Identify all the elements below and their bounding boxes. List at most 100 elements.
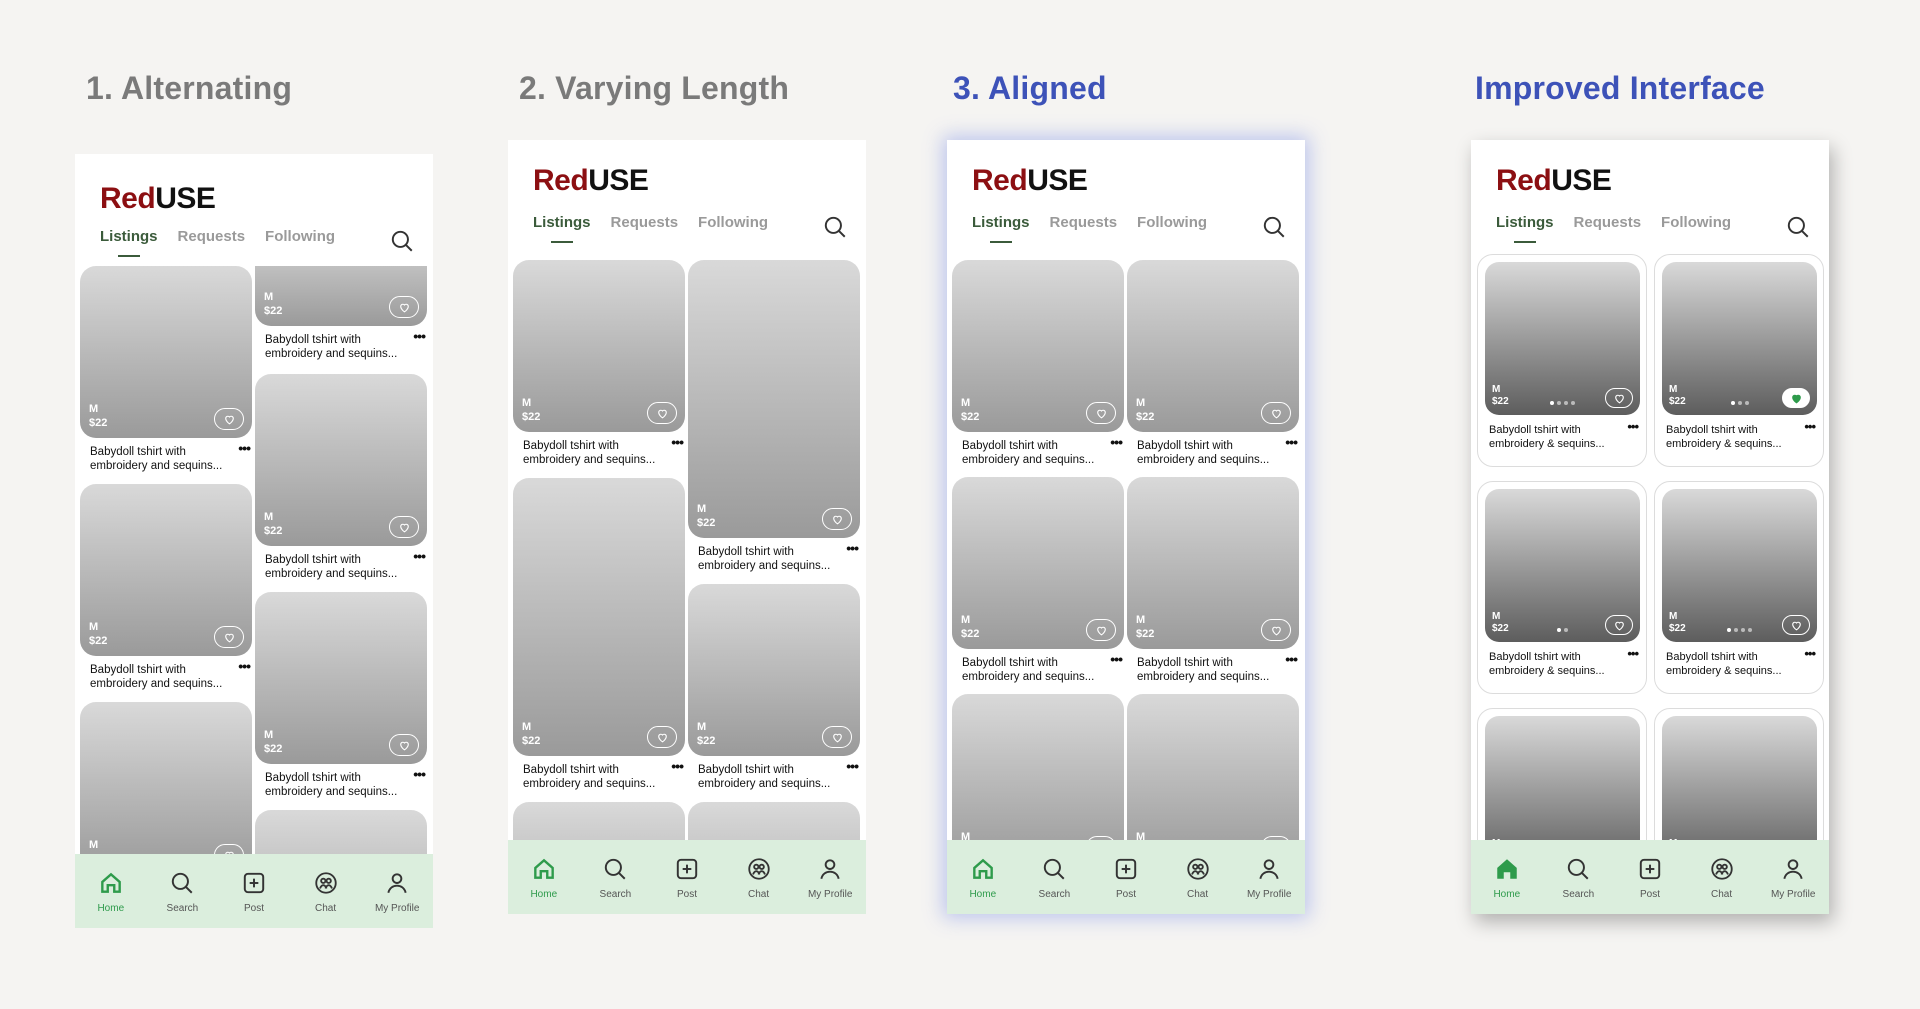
heart-icon[interactable] bbox=[1782, 388, 1810, 408]
listing-image[interactable]: M$22 bbox=[688, 260, 860, 538]
tab-following[interactable]: Following bbox=[265, 228, 335, 245]
listing-image[interactable]: M$22 bbox=[688, 802, 860, 840]
tab-listings[interactable]: Listings bbox=[1496, 214, 1554, 231]
listing-card[interactable]: M $22 Babydoll tshirt with embroidery and s… bbox=[513, 260, 685, 467]
nav-item-chat[interactable]: Chat bbox=[293, 870, 359, 914]
carousel-dot[interactable] bbox=[1744, 401, 1749, 405]
heart-icon[interactable] bbox=[389, 296, 419, 318]
more-icon[interactable]: ••• bbox=[1110, 434, 1123, 450]
more-icon[interactable]: ••• bbox=[846, 758, 859, 774]
more-icon[interactable]: ••• bbox=[671, 434, 684, 450]
carousel-dot[interactable] bbox=[1557, 628, 1561, 632]
carousel-dot[interactable] bbox=[1737, 401, 1742, 405]
listing-card[interactable]: M$22Babydoll tshirt withembroidery & seq… bbox=[1654, 254, 1824, 467]
listing-image[interactable]: M$22 bbox=[952, 477, 1124, 649]
listing-card[interactable]: M $22 Babydoll tshirt with embroidery and s… bbox=[1127, 260, 1299, 467]
carousel-dot[interactable] bbox=[1557, 401, 1561, 405]
nav-item-post[interactable]: Post bbox=[654, 856, 720, 900]
nav-item-search[interactable]: Search bbox=[582, 856, 648, 900]
heart-icon[interactable] bbox=[214, 844, 244, 854]
listing-image[interactable]: M$22 bbox=[1485, 262, 1640, 415]
listing-card[interactable]: M$22 bbox=[255, 810, 427, 854]
listing-image[interactable]: M$22 bbox=[255, 374, 427, 546]
tab-following[interactable]: Following bbox=[698, 214, 768, 231]
nav-item-post[interactable]: Post bbox=[1093, 856, 1159, 900]
tab-following[interactable]: Following bbox=[1137, 214, 1207, 231]
search-icon[interactable] bbox=[822, 214, 848, 240]
heart-icon[interactable] bbox=[822, 726, 852, 748]
nav-item-chat[interactable]: Chat bbox=[726, 856, 792, 900]
heart-icon[interactable] bbox=[1086, 402, 1116, 424]
nav-item-my-profile[interactable]: My Profile bbox=[1760, 856, 1826, 900]
more-icon[interactable]: ••• bbox=[238, 658, 251, 674]
listing-image[interactable]: M$22 bbox=[255, 592, 427, 764]
listing-card[interactable]: M$22Babydoll tshirt withembroidery & seq… bbox=[1477, 708, 1647, 840]
more-icon[interactable]: ••• bbox=[846, 540, 859, 556]
carousel-dot[interactable] bbox=[1564, 628, 1568, 632]
listing-image[interactable]: M$22 bbox=[80, 266, 252, 438]
more-icon[interactable]: ••• bbox=[413, 328, 426, 344]
listing-card[interactable]: M $22 Babydoll tshirt with embroidery and s… bbox=[688, 260, 860, 573]
listing-card[interactable]: M$22Babydoll tshirt withembroidery & seq… bbox=[1654, 481, 1824, 694]
nav-item-my-profile[interactable]: My Profile bbox=[797, 856, 863, 900]
nav-item-home[interactable]: Home bbox=[78, 870, 144, 914]
listing-image[interactable]: M$22 bbox=[80, 702, 252, 854]
listing-card[interactable]: M $22 Babydoll tshirt with embroidery and s… bbox=[255, 592, 427, 799]
listing-image[interactable]: M$22 bbox=[513, 802, 685, 840]
nav-item-search[interactable]: Search bbox=[1021, 856, 1087, 900]
listing-image[interactable]: M$22 bbox=[688, 584, 860, 756]
tab-following[interactable]: Following bbox=[1661, 214, 1731, 231]
listing-image[interactable]: M$22 bbox=[1662, 716, 1817, 840]
nav-item-chat[interactable]: Chat bbox=[1689, 856, 1755, 900]
nav-item-search[interactable]: Search bbox=[1545, 856, 1611, 900]
listing-card[interactable]: M$22 bbox=[513, 802, 685, 840]
listing-image[interactable]: M$22 bbox=[1662, 262, 1817, 415]
heart-icon[interactable] bbox=[389, 734, 419, 756]
heart-icon[interactable] bbox=[1605, 615, 1633, 635]
listing-image[interactable]: M$22 bbox=[1127, 694, 1299, 840]
heart-icon[interactable] bbox=[214, 408, 244, 430]
search-icon[interactable] bbox=[389, 228, 415, 254]
carousel-dot[interactable] bbox=[1734, 628, 1738, 632]
listing-image[interactable]: M$22 bbox=[513, 260, 685, 432]
more-icon[interactable]: ••• bbox=[1627, 419, 1639, 434]
listing-card[interactable]: M$22Babydoll tshirt withembroidery & seq… bbox=[1477, 254, 1647, 467]
carousel-dot[interactable] bbox=[1748, 628, 1752, 632]
listing-card[interactable]: M$22Babydoll tshirt withembroidery & seq… bbox=[1654, 708, 1824, 840]
carousel-dot[interactable] bbox=[1564, 401, 1568, 405]
listing-image[interactable]: M$22 bbox=[952, 694, 1124, 840]
more-icon[interactable]: ••• bbox=[413, 548, 426, 564]
nav-item-home[interactable]: Home bbox=[511, 856, 577, 900]
listing-image[interactable]: M$22 bbox=[952, 260, 1124, 432]
more-icon[interactable]: ••• bbox=[1110, 651, 1123, 667]
heart-icon[interactable] bbox=[1086, 619, 1116, 641]
listing-card[interactable]: M$22 bbox=[80, 702, 252, 854]
nav-item-home[interactable]: Home bbox=[950, 856, 1016, 900]
tab-listings[interactable]: Listings bbox=[533, 214, 591, 231]
listing-image[interactable]: M$22 bbox=[255, 810, 427, 854]
more-icon[interactable]: ••• bbox=[1285, 651, 1298, 667]
nav-item-chat[interactable]: Chat bbox=[1165, 856, 1231, 900]
listing-image[interactable]: M$22 bbox=[1485, 716, 1640, 840]
carousel-dot[interactable] bbox=[1550, 401, 1554, 405]
nav-item-post[interactable]: Post bbox=[221, 870, 287, 914]
listing-image[interactable]: M$22 bbox=[80, 484, 252, 656]
tab-requests[interactable]: Requests bbox=[178, 228, 246, 245]
search-icon[interactable] bbox=[1261, 214, 1287, 240]
listing-card[interactable]: M $22 Babydoll tshirt with embroidery and s… bbox=[952, 260, 1124, 467]
listing-card[interactable]: M $22 Babydoll tshirt with embroidery and s… bbox=[688, 584, 860, 791]
heart-icon[interactable] bbox=[389, 516, 419, 538]
carousel-dot[interactable] bbox=[1730, 401, 1735, 405]
tab-requests[interactable]: Requests bbox=[1050, 214, 1118, 231]
listing-card[interactable]: M $22 Babydoll tshirt with embroidery and s… bbox=[1127, 477, 1299, 684]
nav-item-post[interactable]: Post bbox=[1617, 856, 1683, 900]
listing-card[interactable]: M $22 Babydoll tshirt with embroidery and s… bbox=[80, 484, 252, 691]
nav-item-my-profile[interactable]: My Profile bbox=[1236, 856, 1302, 900]
heart-icon[interactable] bbox=[1261, 619, 1291, 641]
more-icon[interactable]: ••• bbox=[1804, 419, 1816, 434]
listing-card[interactable]: M $22 Babydoll tshirt with embroidery and s… bbox=[255, 374, 427, 581]
more-icon[interactable]: ••• bbox=[1627, 646, 1639, 661]
listing-image[interactable]: M$22 bbox=[1662, 489, 1817, 642]
listing-image[interactable]: M$22 bbox=[255, 266, 427, 326]
more-icon[interactable]: ••• bbox=[671, 758, 684, 774]
